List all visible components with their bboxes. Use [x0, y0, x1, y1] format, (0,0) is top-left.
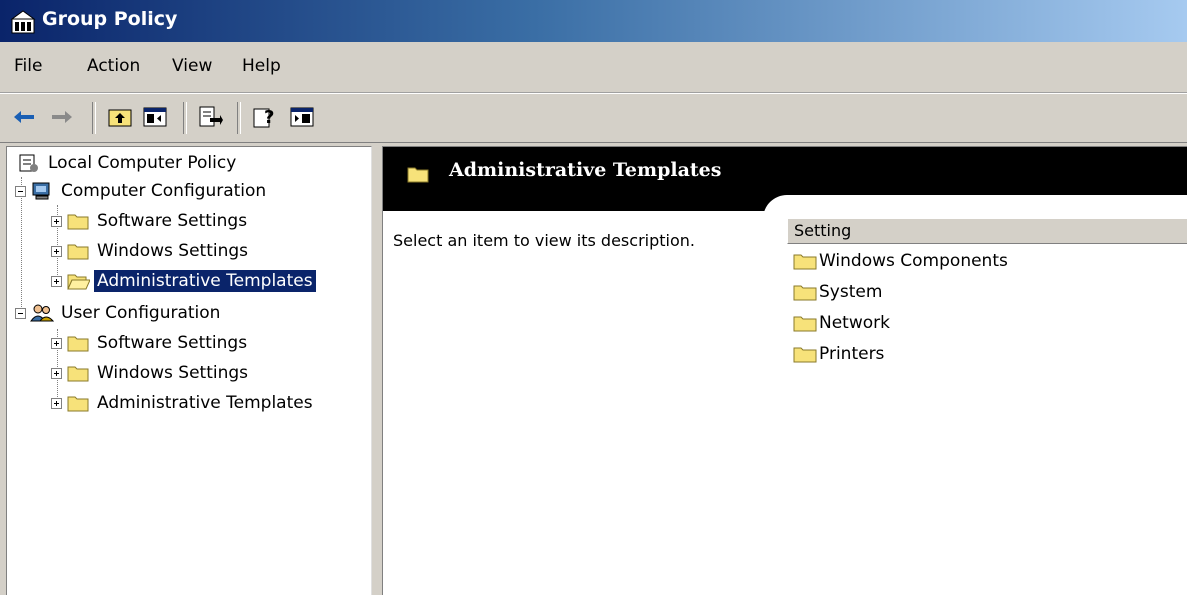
folder-icon	[407, 167, 429, 183]
tree-item-user-configuration[interactable]: User Configuration	[15, 299, 223, 327]
tree-label: User Configuration	[61, 303, 221, 323]
tree-label: Local Computer Policy	[48, 153, 237, 173]
folder-icon	[793, 316, 817, 332]
export-list-icon[interactable]	[196, 103, 224, 131]
forward-arrow-icon[interactable]	[48, 103, 76, 131]
tree-label: Software Settings	[97, 333, 248, 353]
menu-help[interactable]: Help	[238, 56, 285, 76]
list-item-label: Network	[819, 313, 890, 333]
banner-title: Administrative Templates	[449, 159, 722, 181]
menu-view[interactable]: View	[168, 56, 216, 76]
policy-scroll-icon	[19, 154, 38, 172]
menu-file[interactable]: File	[10, 56, 46, 76]
up-folder-icon[interactable]	[106, 103, 134, 131]
folder-icon	[793, 285, 817, 301]
list-item-label: Windows Components	[819, 251, 1008, 271]
expand-toggle-icon[interactable]	[51, 215, 62, 227]
action-pane-icon[interactable]	[288, 103, 316, 131]
list-item-printers[interactable]: Printers	[793, 340, 884, 368]
window-title: Group Policy	[42, 8, 178, 30]
toolbar-separator	[183, 102, 187, 134]
tree-label: Administrative Templates	[97, 393, 313, 413]
column-header-setting[interactable]: Setting	[787, 218, 1187, 244]
menu-action[interactable]: Action	[83, 56, 144, 76]
menu-bar: File Action View Help	[0, 42, 1187, 93]
tree-label: Computer Configuration	[61, 181, 267, 201]
help-icon[interactable]: ?	[250, 103, 278, 131]
folder-icon	[67, 336, 89, 352]
svg-text:?: ?	[264, 107, 274, 128]
folder-icon	[793, 347, 817, 363]
collapse-toggle-icon[interactable]	[15, 185, 26, 197]
folder-icon	[67, 244, 89, 260]
folder-icon	[793, 254, 817, 270]
list-item-label: Printers	[819, 344, 885, 364]
tree-item-user-software-settings[interactable]: Software Settings	[51, 329, 250, 357]
open-folder-icon	[67, 274, 90, 290]
group-policy-app-icon	[10, 10, 36, 34]
users-icon	[30, 304, 54, 322]
tree-label-selected: Administrative Templates	[94, 270, 316, 292]
expand-toggle-icon[interactable]	[51, 397, 62, 409]
toolbar: ?	[0, 93, 1187, 143]
expand-toggle-icon[interactable]	[51, 367, 62, 379]
list-item-windows-components[interactable]: Windows Components	[793, 247, 1008, 275]
expand-toggle-icon[interactable]	[51, 245, 62, 257]
tree-item-computer-configuration[interactable]: Computer Configuration	[15, 177, 269, 205]
folder-icon	[67, 366, 89, 382]
list-item-system[interactable]: System	[793, 278, 882, 306]
computer-icon	[32, 182, 50, 200]
tree-item-computer-windows-settings[interactable]: Windows Settings	[51, 237, 251, 265]
tree-item-user-windows-settings[interactable]: Windows Settings	[51, 359, 251, 387]
list-item-label: System	[819, 282, 883, 302]
console-tree-pane[interactable]: Local Computer Policy Computer Configura…	[6, 146, 372, 595]
expand-toggle-icon[interactable]	[51, 337, 62, 349]
pane-splitter[interactable]	[372, 146, 382, 594]
tree-label: Windows Settings	[97, 241, 249, 261]
collapse-toggle-icon[interactable]	[15, 307, 26, 319]
description-text: Select an item to view its description.	[393, 231, 695, 250]
tree-item-user-administrative-templates[interactable]: Administrative Templates	[51, 389, 316, 417]
tree-item-computer-software-settings[interactable]: Software Settings	[51, 207, 250, 235]
back-arrow-icon[interactable]	[10, 103, 38, 131]
tree-label: Software Settings	[97, 211, 248, 231]
folder-icon	[67, 396, 89, 412]
title-bar[interactable]: Group Policy	[0, 0, 1187, 42]
tree-item-computer-administrative-templates[interactable]: Administrative Templates	[51, 267, 316, 295]
list-item-network[interactable]: Network	[793, 309, 890, 337]
details-pane: Administrative Templates Select an item …	[382, 146, 1187, 595]
column-header-label: Setting	[794, 221, 852, 240]
tree-label: Windows Settings	[97, 363, 249, 383]
folder-icon	[67, 214, 89, 230]
expand-toggle-icon[interactable]	[51, 275, 62, 287]
toolbar-separator	[92, 102, 96, 134]
toolbar-separator	[237, 102, 241, 134]
show-hide-tree-icon[interactable]	[141, 103, 169, 131]
tree-item-local-computer-policy[interactable]: Local Computer Policy	[17, 149, 239, 177]
